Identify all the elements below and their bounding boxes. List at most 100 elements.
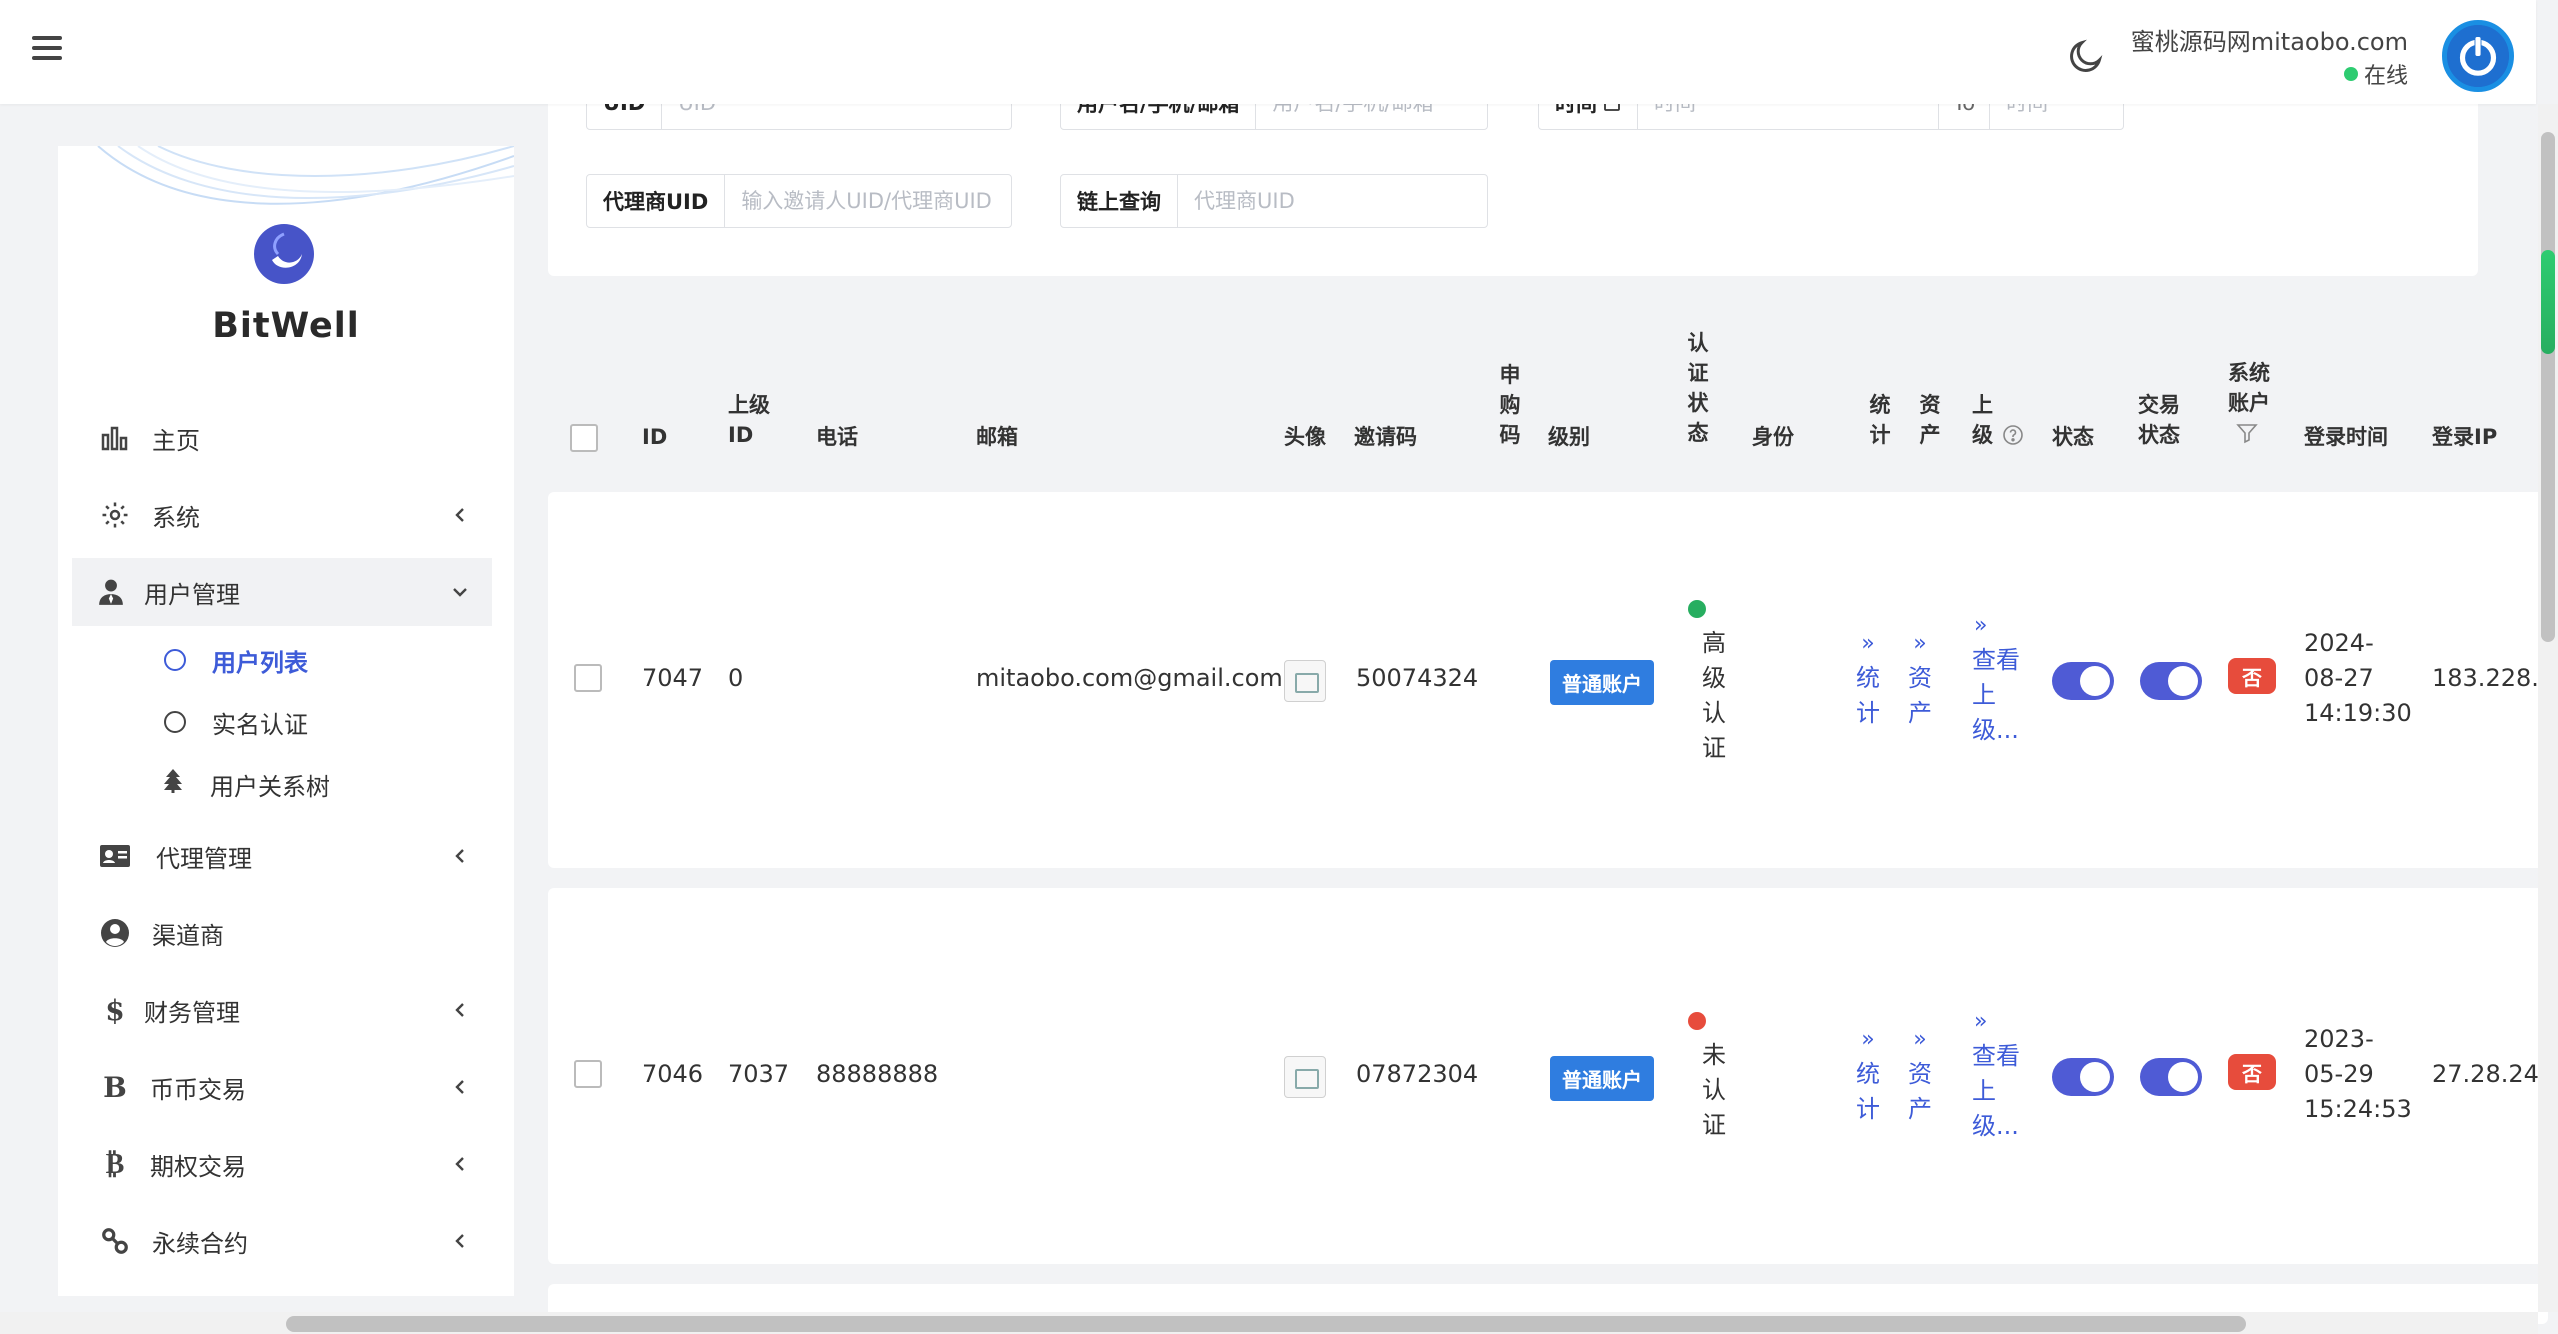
sidebar-item-home[interactable]: 主页 — [72, 404, 492, 472]
cell-id: 7046 — [642, 1060, 704, 1088]
sidebar: BitWell 主页 系统 用户管理 用户列表 实名认证 用户关系树 代理管理 … — [58, 146, 514, 1296]
login-time-line: 15:24:53 — [2304, 1095, 2412, 1123]
header-avatar: 头像 — [1284, 425, 1326, 449]
header-system-account: 系统 账户 — [2228, 358, 2270, 452]
stats-link[interactable]: » 统计 — [1842, 1022, 1894, 1127]
status-toggle[interactable] — [2052, 1058, 2114, 1096]
sidebar-subitem-label: 实名认证 — [212, 710, 308, 739]
sidebar-item-options-trading[interactable]: ₿ 期权交易 — [72, 1130, 492, 1198]
stats-link-text: 统计 — [1856, 664, 1880, 727]
bold-b-icon: B — [103, 1070, 127, 1104]
sidebar-item-spot-trading[interactable]: B 币币交易 — [72, 1053, 492, 1121]
auth-status-dot-icon — [1688, 600, 1706, 618]
level-badge: 普通账户 — [1550, 660, 1654, 705]
auth-status-dot-icon — [1688, 1012, 1706, 1030]
sidebar-subitem-user-list[interactable]: 用户列表 — [58, 630, 378, 690]
view-superior-link[interactable]: » 查看上级... — [1972, 1004, 2032, 1144]
help-circle-icon[interactable] — [2002, 424, 2024, 446]
login-time-line: 14:19:30 — [2304, 699, 2412, 727]
header-phone: 电话 — [816, 425, 858, 449]
user-avatar-power-icon[interactable] — [2442, 20, 2514, 92]
view-superior-link-text: 查看上级... — [1972, 1042, 2020, 1140]
row-checkbox[interactable] — [574, 664, 602, 692]
sidebar-subitem-user-tree[interactable]: 用户关系树 — [58, 754, 378, 814]
chain-query-input[interactable] — [1178, 175, 1487, 227]
header-superior-text: 上级 — [1972, 393, 1993, 447]
header-invite-code: 邀请码 — [1354, 425, 1417, 449]
bitwell-logo-icon — [254, 224, 314, 284]
cell-auth-status: 高级认证 — [1702, 629, 1726, 762]
header-id: ID — [642, 425, 668, 449]
assets-link-text: 资产 — [1908, 1060, 1932, 1123]
select-all-checkbox[interactable] — [570, 424, 598, 452]
cell-login-ip: 27.28.24 — [2432, 1060, 2539, 1088]
vertical-scrollbar-thumb[interactable] — [2541, 132, 2555, 642]
view-superior-link[interactable]: » 查看上级... — [1972, 608, 2032, 748]
agent-uid-input[interactable] — [725, 175, 1026, 227]
user-circle-icon — [98, 916, 132, 950]
assets-link[interactable]: » 资产 — [1894, 1022, 1946, 1127]
header-stats: 统计 — [1869, 393, 1891, 447]
chevron-left-icon — [455, 1080, 464, 1094]
view-superior-link-text: 查看上级... — [1972, 646, 2020, 744]
horizontal-scrollbar-thumb[interactable] — [286, 1316, 2246, 1332]
cell-invite-code: 07872304 — [1356, 1060, 1479, 1088]
stats-link[interactable]: » 统计 — [1842, 626, 1894, 731]
filter-funnel-icon[interactable] — [2236, 422, 2258, 444]
filter-panel: UID 用户名/手机/邮箱 时间 To 代理商UID 链上查询 — [548, 76, 2478, 276]
sidebar-item-user-management[interactable]: 用户管理 — [72, 558, 492, 626]
sidebar-subitem-label: 用户关系树 — [210, 772, 330, 801]
user-tie-icon — [94, 575, 128, 609]
chain-query-label: 链上查询 — [1061, 175, 1178, 227]
cell-phone: 88888888 — [816, 1060, 939, 1088]
login-time-line: 08-27 — [2304, 664, 2374, 692]
cell-invite-code: 50074324 — [1356, 664, 1479, 692]
menu-toggle-icon[interactable] — [32, 36, 62, 60]
double-chevron-right-icon: » — [1913, 631, 1927, 656]
status-toggle[interactable] — [2052, 662, 2114, 700]
sidebar-item-perpetual-contract[interactable]: 永续合约 — [72, 1207, 492, 1275]
brand-name: BitWell — [212, 306, 360, 346]
assets-link-text: 资产 — [1908, 664, 1932, 727]
row-checkbox[interactable] — [574, 1060, 602, 1088]
sidebar-item-finance[interactable]: $ 财务管理 — [72, 976, 492, 1044]
table-row: 7047 0 mitaobo.com@gmail.com 50074324 普通… — [548, 492, 2548, 868]
sidebar-item-label: 主页 — [152, 426, 200, 455]
sidebar-item-system[interactable]: 系统 — [72, 481, 492, 549]
double-chevron-right-icon: » — [1913, 1027, 1927, 1052]
sidebar-item-label: 财务管理 — [144, 998, 240, 1027]
header-trade-status: 交易 状态 — [2138, 393, 2180, 447]
stats-link-text: 统计 — [1856, 1060, 1880, 1123]
cell-auth-status: 未认证 — [1702, 1041, 1726, 1139]
double-chevron-right-icon: » — [1974, 1009, 1988, 1034]
online-status: 在线 — [2343, 58, 2408, 90]
chevron-down-icon — [453, 588, 467, 597]
trade-status-toggle[interactable] — [2140, 662, 2202, 700]
sidebar-item-label: 渠道商 — [152, 921, 224, 950]
login-time-line: 05-29 — [2304, 1060, 2374, 1088]
sidebar-item-label: 期权交易 — [150, 1152, 246, 1181]
dollar-icon: $ — [105, 993, 125, 1027]
login-time-line: 2023- — [2304, 1025, 2374, 1053]
sidebar-subitem-label: 用户列表 — [212, 648, 308, 677]
sidebar-item-agent-management[interactable]: 代理管理 — [72, 822, 492, 890]
assets-link[interactable]: » 资产 — [1894, 626, 1946, 731]
link-icon — [98, 1224, 132, 1258]
sidebar-item-label: 代理管理 — [156, 844, 252, 873]
double-chevron-right-icon: » — [1974, 613, 1988, 638]
online-label: 在线 — [2363, 64, 2408, 89]
sidebar-wave-decoration — [97, 146, 514, 205]
system-account-badge: 否 — [2228, 1054, 2276, 1090]
chevron-left-icon — [455, 1003, 464, 1017]
cell-parent-id: 7037 — [728, 1060, 790, 1088]
header-status: 状态 — [2052, 425, 2094, 449]
sidebar-subitem-real-name-auth[interactable]: 实名认证 — [58, 692, 378, 752]
cell-login-time: 2024- 08-27 14:19:30 — [2304, 626, 2412, 731]
tree-icon — [162, 769, 184, 799]
header-email: 邮箱 — [976, 425, 1018, 449]
dark-mode-moon-icon[interactable] — [2066, 36, 2106, 76]
login-time-line: 2024- — [2304, 629, 2374, 657]
sidebar-item-channel[interactable]: 渠道商 — [72, 899, 492, 967]
bitcoin-icon: ₿ — [105, 1147, 125, 1180]
trade-status-toggle[interactable] — [2140, 1058, 2202, 1096]
